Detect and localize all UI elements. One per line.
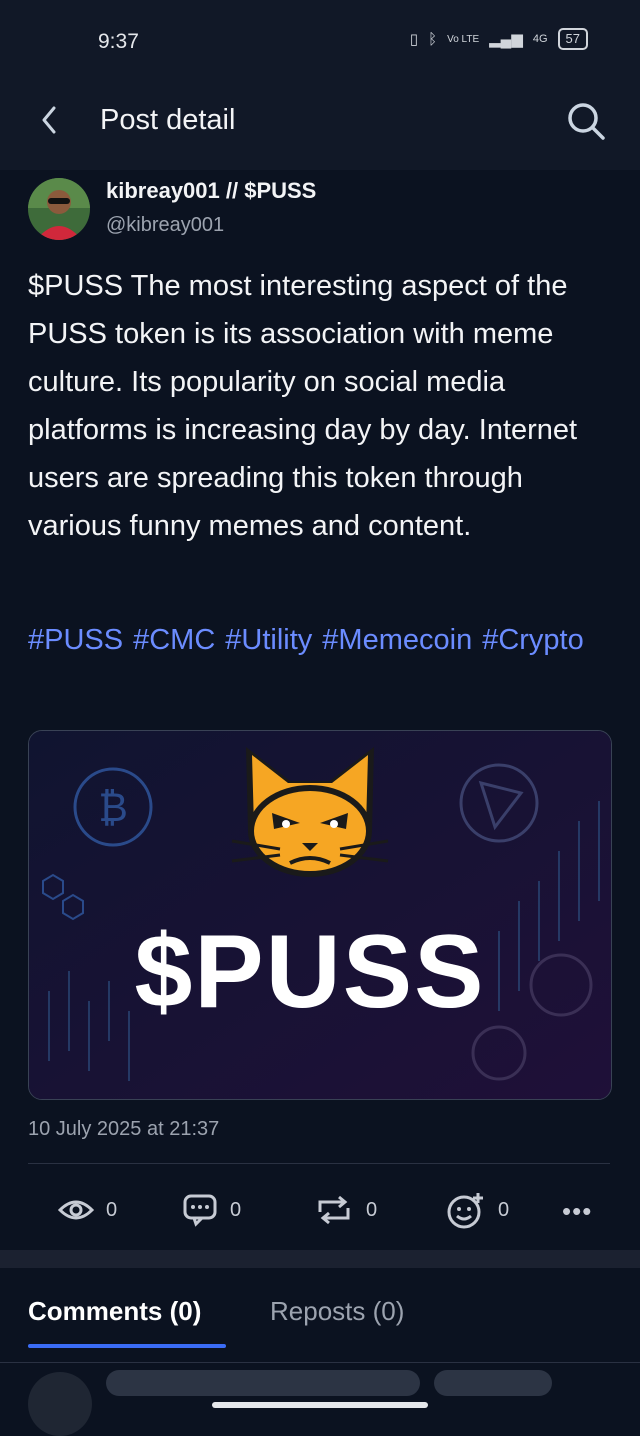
signal-icon: ▂▄▆ xyxy=(489,31,523,48)
chevron-left-icon xyxy=(42,106,56,134)
page-title: Post detail xyxy=(100,104,236,136)
search-icon xyxy=(568,103,605,140)
hashtag-list: #PUSS #CMC #Utility #Memecoin #Crypto xyxy=(28,616,620,664)
comments-stat[interactable]: 0 xyxy=(182,1190,241,1230)
section-separator xyxy=(0,1250,640,1268)
hashtag-puss[interactable]: #PUSS xyxy=(28,624,123,656)
svg-text:₿: ₿ xyxy=(98,785,128,831)
views-count: 0 xyxy=(106,1198,118,1221)
network-label: 4G xyxy=(532,33,548,45)
volte-label: Vo LTE xyxy=(447,33,480,45)
active-tab-indicator xyxy=(28,1344,226,1348)
more-options-button[interactable]: ••• xyxy=(562,1196,592,1227)
divider xyxy=(28,1163,610,1164)
tab-comments[interactable]: Comments (0) xyxy=(28,1296,201,1327)
repost-icon xyxy=(318,1195,350,1225)
hashtag-utility[interactable]: #Utility xyxy=(225,624,312,656)
status-icons: ▯ ᛒ Vo LTE ▂▄▆ 4G 57 xyxy=(410,28,588,50)
comments-count: 0 xyxy=(230,1198,242,1221)
battery-icon: 57 xyxy=(557,28,588,50)
reactions-stat[interactable]: 0 xyxy=(446,1190,509,1230)
image-title: $PUSS xyxy=(134,914,485,1030)
bluetooth-icon: ᛒ xyxy=(428,30,438,48)
tab-reposts[interactable]: Reposts (0) xyxy=(270,1296,404,1327)
post-image[interactable]: ₿ $PUSS xyxy=(28,730,612,1100)
hashtag-cmc[interactable]: #CMC xyxy=(133,624,215,656)
search-button[interactable] xyxy=(562,97,610,145)
back-button[interactable] xyxy=(30,98,70,142)
post-date: 10 July 2025 at 21:37 xyxy=(28,1118,220,1140)
skeleton-avatar xyxy=(28,1372,92,1436)
author-handle: @kibreay001 xyxy=(106,214,225,236)
divider xyxy=(0,1362,640,1363)
home-indicator[interactable] xyxy=(212,1402,428,1408)
skeleton-line xyxy=(434,1370,552,1396)
avatar[interactable] xyxy=(28,178,90,240)
reposts-stat[interactable]: 0 xyxy=(314,1190,377,1230)
vibrate-icon: ▯ xyxy=(409,31,419,48)
hashtag-crypto[interactable]: #Crypto xyxy=(482,624,584,656)
status-time: 9:37 xyxy=(98,30,139,53)
post-text: $PUSS The most interesting aspect of the… xyxy=(28,270,578,542)
views-stat[interactable]: 0 xyxy=(58,1190,117,1230)
eye-icon xyxy=(58,1200,94,1220)
reposts-count: 0 xyxy=(366,1198,378,1221)
app-header xyxy=(0,84,640,170)
hashtag-memecoin[interactable]: #Memecoin xyxy=(322,624,472,656)
comment-icon xyxy=(183,1194,217,1227)
skeleton-line xyxy=(106,1370,420,1396)
add-reaction-icon xyxy=(447,1193,483,1229)
reactions-count: 0 xyxy=(498,1198,510,1221)
author-name[interactable]: kibreay001 // $PUSS xyxy=(106,178,316,204)
